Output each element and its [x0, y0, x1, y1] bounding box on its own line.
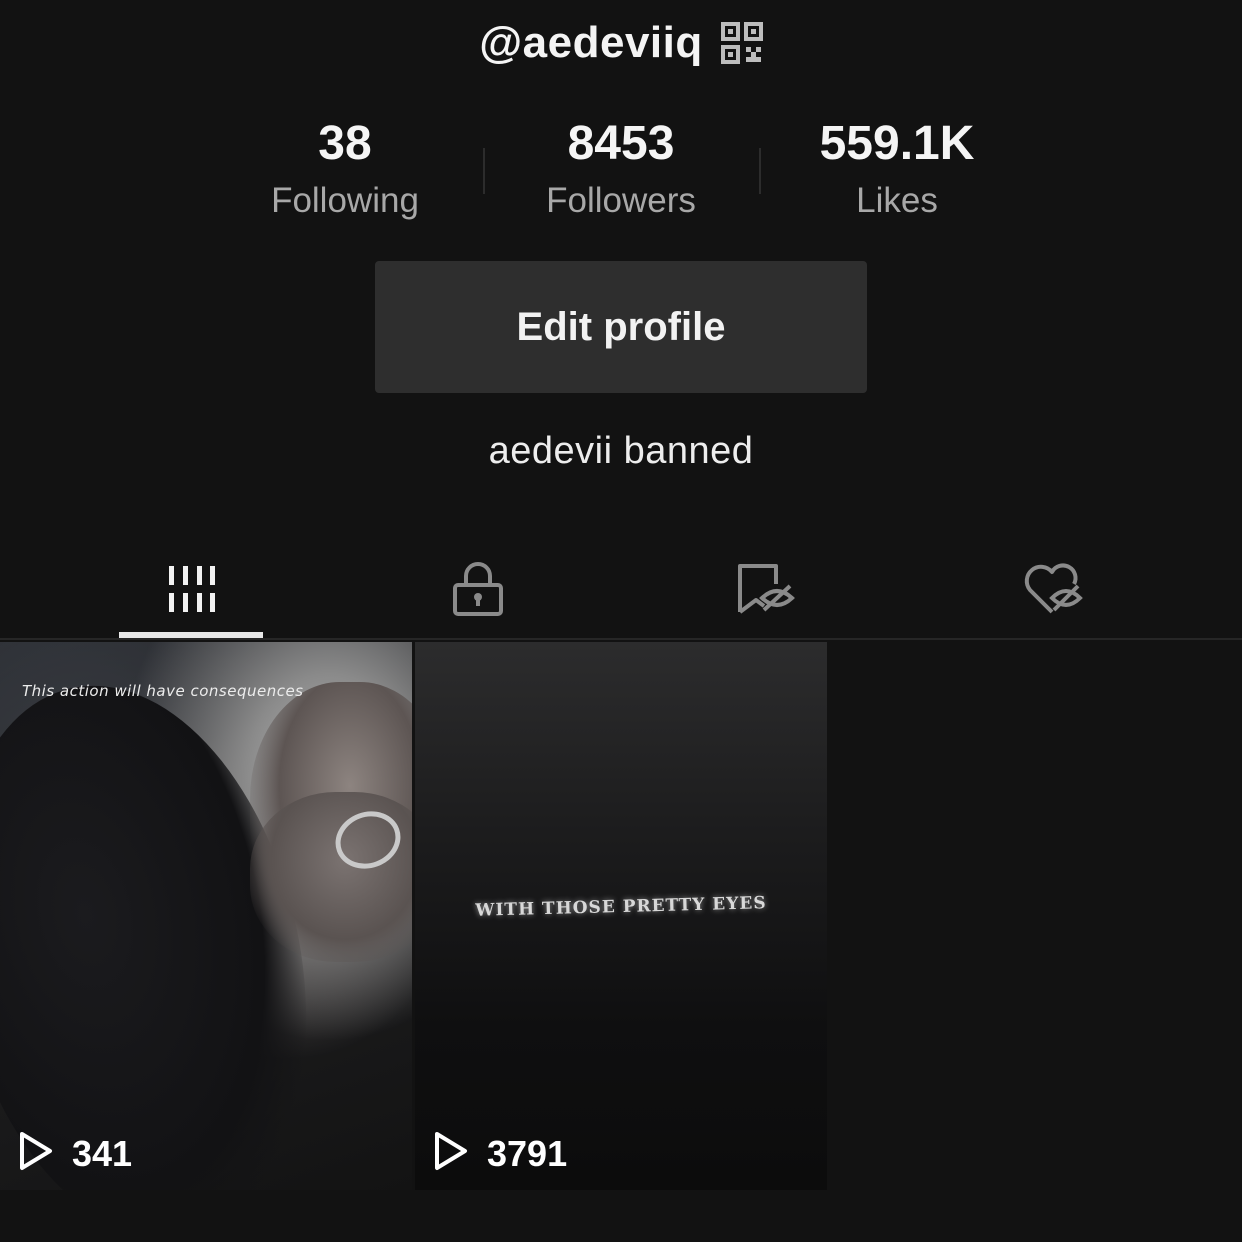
tab-videos[interactable] [119, 540, 263, 638]
stat-value: 559.1K [819, 117, 975, 170]
video-tile[interactable]: This action will have consequences 341 [0, 642, 412, 1190]
play-icon [18, 1131, 54, 1176]
tab-liked[interactable] [981, 540, 1125, 638]
stat-value: 8453 [567, 117, 675, 170]
video-caption-overlay: This action will have consequences [22, 682, 304, 700]
stat-following[interactable]: 38 Following [207, 112, 483, 226]
profile-page: @aedeviiq 38 Following 8453 Followers 55… [0, 0, 1242, 1242]
stat-label: Followers [546, 181, 696, 220]
view-count: 341 [18, 1131, 132, 1176]
tab-private[interactable] [406, 540, 550, 638]
username-row: @aedeviiq [0, 18, 1242, 68]
stat-followers[interactable]: 8453 Followers [483, 112, 759, 226]
videos-grid-icon [167, 564, 215, 614]
hidden-favorites-icon [736, 562, 796, 616]
video-tile[interactable]: WITH THOSE PRETTY EYES 3791 [415, 642, 827, 1190]
active-tab-indicator [119, 632, 263, 638]
stat-label: Likes [856, 181, 938, 220]
play-icon [433, 1131, 469, 1176]
profile-tabs [0, 540, 1242, 640]
view-count-value: 341 [72, 1132, 133, 1174]
username: @aedeviiq [479, 18, 703, 67]
view-count: 3791 [433, 1131, 567, 1176]
qr-code-icon[interactable] [720, 22, 763, 64]
stat-value: 38 [318, 117, 372, 170]
view-count-value: 3791 [487, 1132, 568, 1174]
stat-likes[interactable]: 559.1K Likes [759, 112, 1035, 226]
video-caption-overlay: WITH THOSE PRETTY EYES [475, 893, 767, 921]
hidden-liked-icon [1022, 562, 1084, 616]
private-lock-icon [452, 561, 504, 617]
tab-favorites[interactable] [694, 540, 838, 638]
video-grid: This action will have consequences 341 W… [0, 642, 1242, 1190]
profile-stats: 38 Following 8453 Followers 559.1K Likes [0, 112, 1242, 226]
profile-bio: aedevii banned [488, 430, 754, 472]
edit-profile-button[interactable]: Edit profile [375, 261, 867, 393]
stat-label: Following [271, 181, 419, 220]
